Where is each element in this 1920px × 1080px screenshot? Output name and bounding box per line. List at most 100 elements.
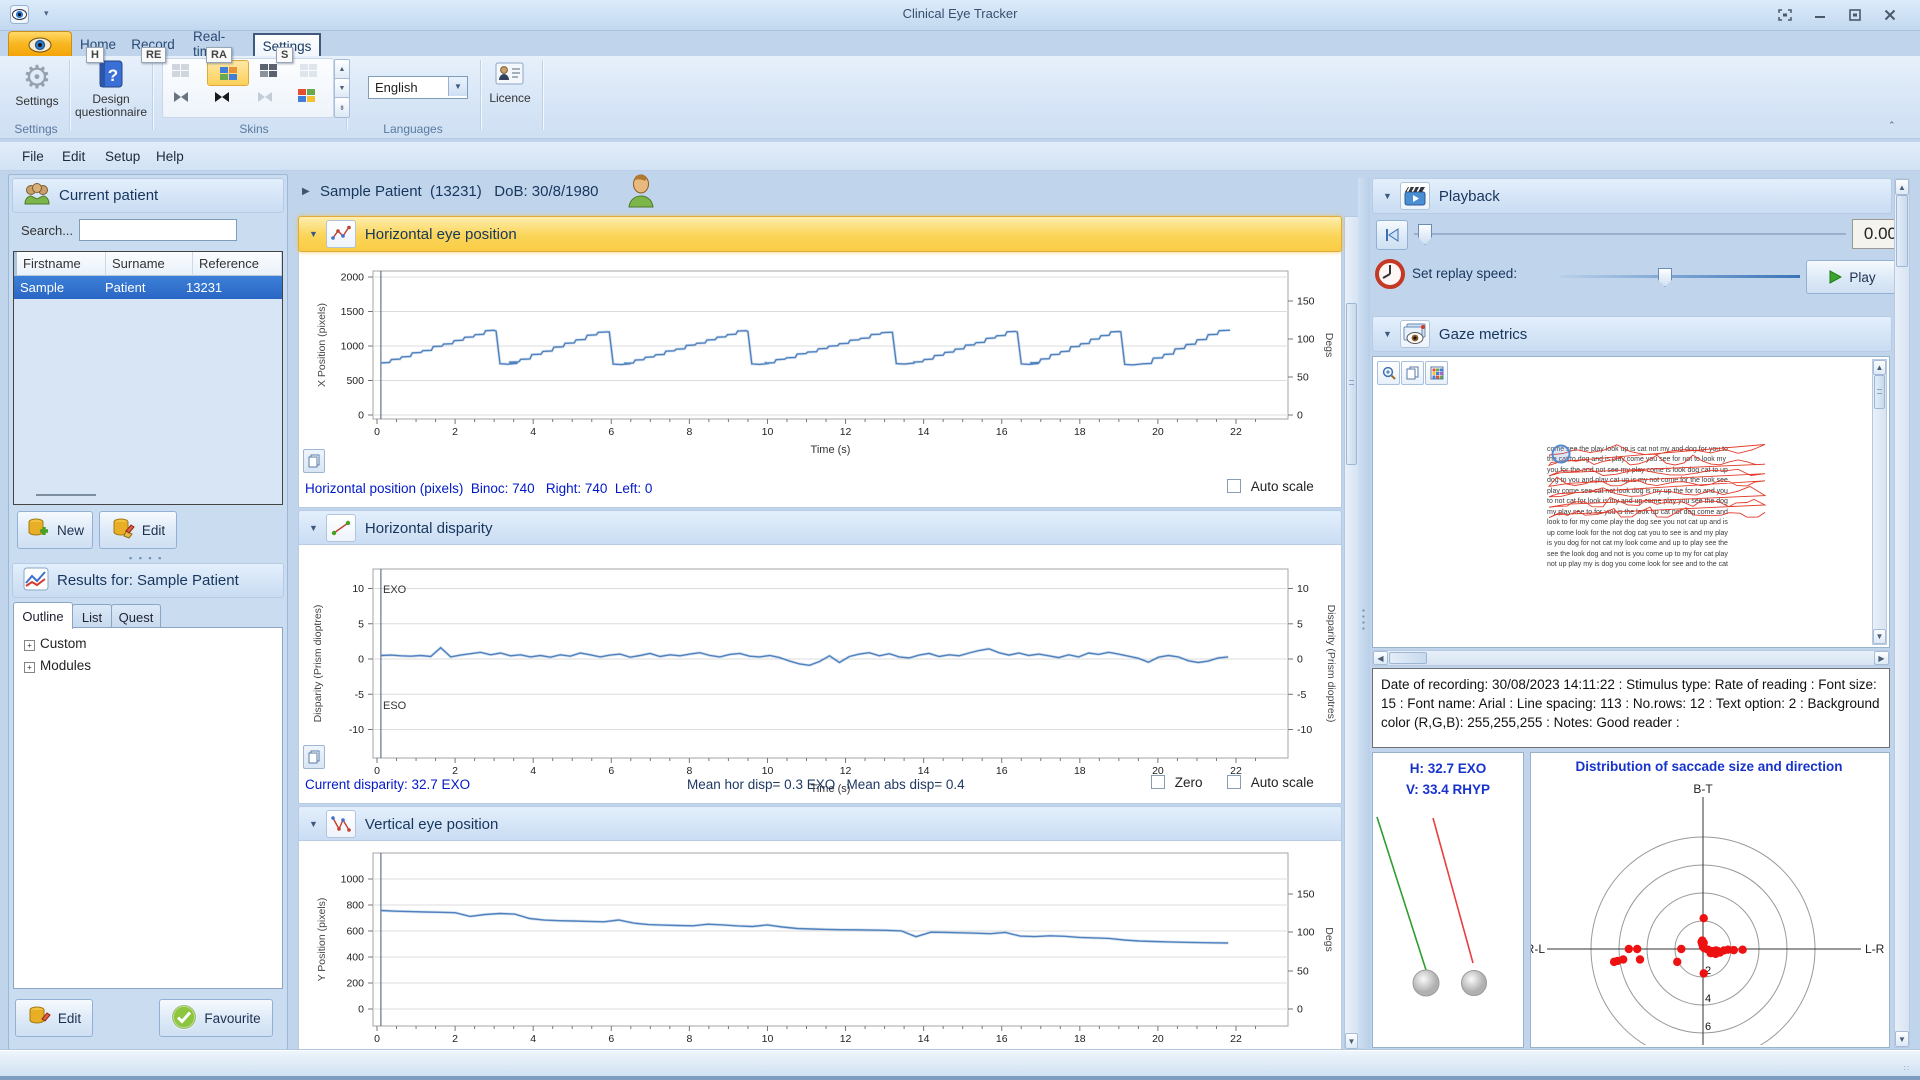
collapse-icon[interactable]: ▼ [309,819,318,829]
tab-outline[interactable]: Outline [13,602,73,629]
svg-text:ESO: ESO [383,700,407,712]
edit-patient-button[interactable]: Edit [99,511,177,549]
skin-selected-icon[interactable] [207,60,249,86]
vertical-eye-position-chart[interactable]: 0200400600800100005010015002468101214161… [299,841,1341,1047]
speed-slider-thumb[interactable] [1658,268,1672,287]
chart1-autoscale[interactable]: Auto scale [1227,479,1314,494]
scroll-down-icon[interactable]: ▼ [1345,1033,1358,1049]
restore-button[interactable] [1840,5,1870,24]
horizontal-eye-position-header[interactable]: ▼ Horizontal eye position [298,216,1342,252]
table-scroll-hint[interactable] [36,494,96,496]
horizontal-eye-position-chart[interactable]: 0500100015002000050100150024681012141618… [299,251,1341,507]
autoscale-checkbox[interactable] [1227,775,1241,789]
stimulus-vscrollbar[interactable]: ▲ ▼ [1872,359,1887,645]
playback-header[interactable]: ▼ Playback [1372,178,1892,214]
horizontal-disparity-header[interactable]: ▼ Horizontal disparity [298,510,1342,546]
horizontal-disparity-chart[interactable]: -10-505101050-5-100246810121416182022Dis… [299,545,1341,803]
skins-scroll-up-button[interactable]: ▲ [334,59,350,80]
svg-text:18: 18 [1074,426,1086,438]
replay-speed-slider[interactable] [1560,275,1800,278]
svg-text:20: 20 [1152,426,1164,438]
scroll-left-icon[interactable]: ◀ [1373,651,1388,665]
menu-setup[interactable]: Setup [99,147,146,166]
fullscreen-button[interactable] [1770,5,1800,24]
grid-tool-icon[interactable] [1425,361,1448,385]
minimize-button[interactable] [1805,5,1835,24]
svg-text:Disparity (Prism dioptres): Disparity (Prism dioptres) [1325,605,1337,723]
skin-bowtie-black-icon[interactable] [213,90,231,109]
skin-windows-icon[interactable] [298,89,315,102]
vertical-eye-position-card: 0200400600800100005010015002468101214161… [298,840,1342,1050]
tab-list[interactable]: List [72,604,112,629]
copy-chart-button[interactable] [303,449,325,473]
tree-item-custom[interactable]: +Custom [14,628,282,651]
collapse-icon[interactable]: ▼ [309,229,318,239]
svg-text:1000: 1000 [341,341,365,353]
svg-text:0: 0 [374,1033,380,1045]
tab-quest[interactable]: Quest [111,604,161,629]
edit-results-button[interactable]: Edit [15,999,93,1037]
licence-button[interactable]: Licence [484,60,536,105]
menu-help[interactable]: Help [150,147,190,166]
expand-icon[interactable]: + [24,662,35,673]
skin-bowtie-gray-icon[interactable] [172,90,190,109]
svg-text:14: 14 [918,1033,930,1045]
application-button[interactable] [8,31,72,57]
tree-item-modules[interactable]: +Modules [14,651,282,673]
skin-bowtie-pale-icon[interactable] [256,90,274,109]
menu-edit[interactable]: Edit [56,147,91,166]
chart2-autoscale[interactable]: Auto scale [1227,775,1314,790]
stimulus-hscrollbar[interactable]: ◀ ▶ [1372,650,1890,666]
collapse-icon[interactable]: ▼ [1383,329,1392,339]
skip-to-start-button[interactable] [1376,220,1408,250]
svg-text:?: ? [108,66,118,85]
copy-tool-icon[interactable] [1401,361,1424,385]
scroll-down-icon[interactable]: ▼ [1895,1031,1909,1047]
expander-arrow-icon[interactable]: ▶ [302,186,310,197]
close-button[interactable] [1875,5,1905,24]
resize-grip[interactable]: ∷ [1904,1064,1910,1073]
design-questionnaire-button[interactable]: ? Design questionnaire [72,60,150,119]
mean-disparity-text: Mean hor disp= 0.3 EXO Mean abs disp= 0.… [687,777,965,792]
main-scrollbar-thumb[interactable] [1346,303,1357,465]
playback-position-slider[interactable] [1414,233,1846,235]
copy-chart-button[interactable] [303,745,325,769]
autoscale-checkbox[interactable] [1227,479,1241,493]
play-button[interactable]: Play [1806,260,1898,294]
sidebar-splitter[interactable]: ▪ ▪ ▪ ▪ [129,553,163,563]
skin-office-icon[interactable] [172,64,189,77]
main-right-splitter[interactable]: ▪▪▪▪ [1358,178,1370,1048]
collapse-ribbon-icon[interactable]: ⌃ [1888,120,1896,131]
menu-file[interactable]: File [16,147,50,166]
scroll-right-icon[interactable]: ▶ [1874,651,1889,665]
search-input[interactable] [79,219,237,241]
skin-light-icon[interactable] [300,64,317,77]
new-patient-button[interactable]: New [17,511,93,549]
svg-text:-5: -5 [1297,689,1306,701]
scroll-up-icon[interactable]: ▲ [1873,360,1886,375]
language-select[interactable]: English ▼ [368,76,468,99]
playback-slider-thumb[interactable] [1418,224,1432,245]
favourite-button[interactable]: Favourite [159,999,273,1037]
column-firstname[interactable]: Firstname [17,252,106,276]
skins-more-button[interactable]: ⇟ [334,97,350,118]
main-scrollbar[interactable]: ▼ [1344,216,1359,1050]
skin-dark-icon[interactable] [260,64,277,77]
skins-scroll-down-button[interactable]: ▼ [334,78,350,99]
settings-button[interactable]: ⚙ Settings [12,60,62,108]
right-panel-scrollbar[interactable]: ▲ ▼ [1894,178,1910,1048]
zero-checkbox[interactable] [1151,775,1165,789]
saccade-distribution-plot: Distribution of saccade size and directi… [1531,753,1887,1045]
expand-icon[interactable]: + [24,640,35,651]
patient-row-selected[interactable]: Sample Patient 13231 [14,276,282,299]
chart2-zero[interactable]: Zero [1151,775,1203,790]
collapse-icon[interactable]: ▼ [309,523,318,533]
column-surname[interactable]: Surname [106,252,193,276]
scroll-up-icon[interactable]: ▲ [1895,179,1909,195]
collapse-icon[interactable]: ▼ [1383,191,1392,201]
gaze-metrics-header[interactable]: ▼ Gaze metrics [1372,316,1892,352]
zoom-tool-icon[interactable] [1377,361,1400,385]
column-reference[interactable]: Reference [193,252,282,276]
vertical-eye-position-header[interactable]: ▼ Vertical eye position [298,806,1342,842]
scroll-down-icon[interactable]: ▼ [1873,629,1886,644]
